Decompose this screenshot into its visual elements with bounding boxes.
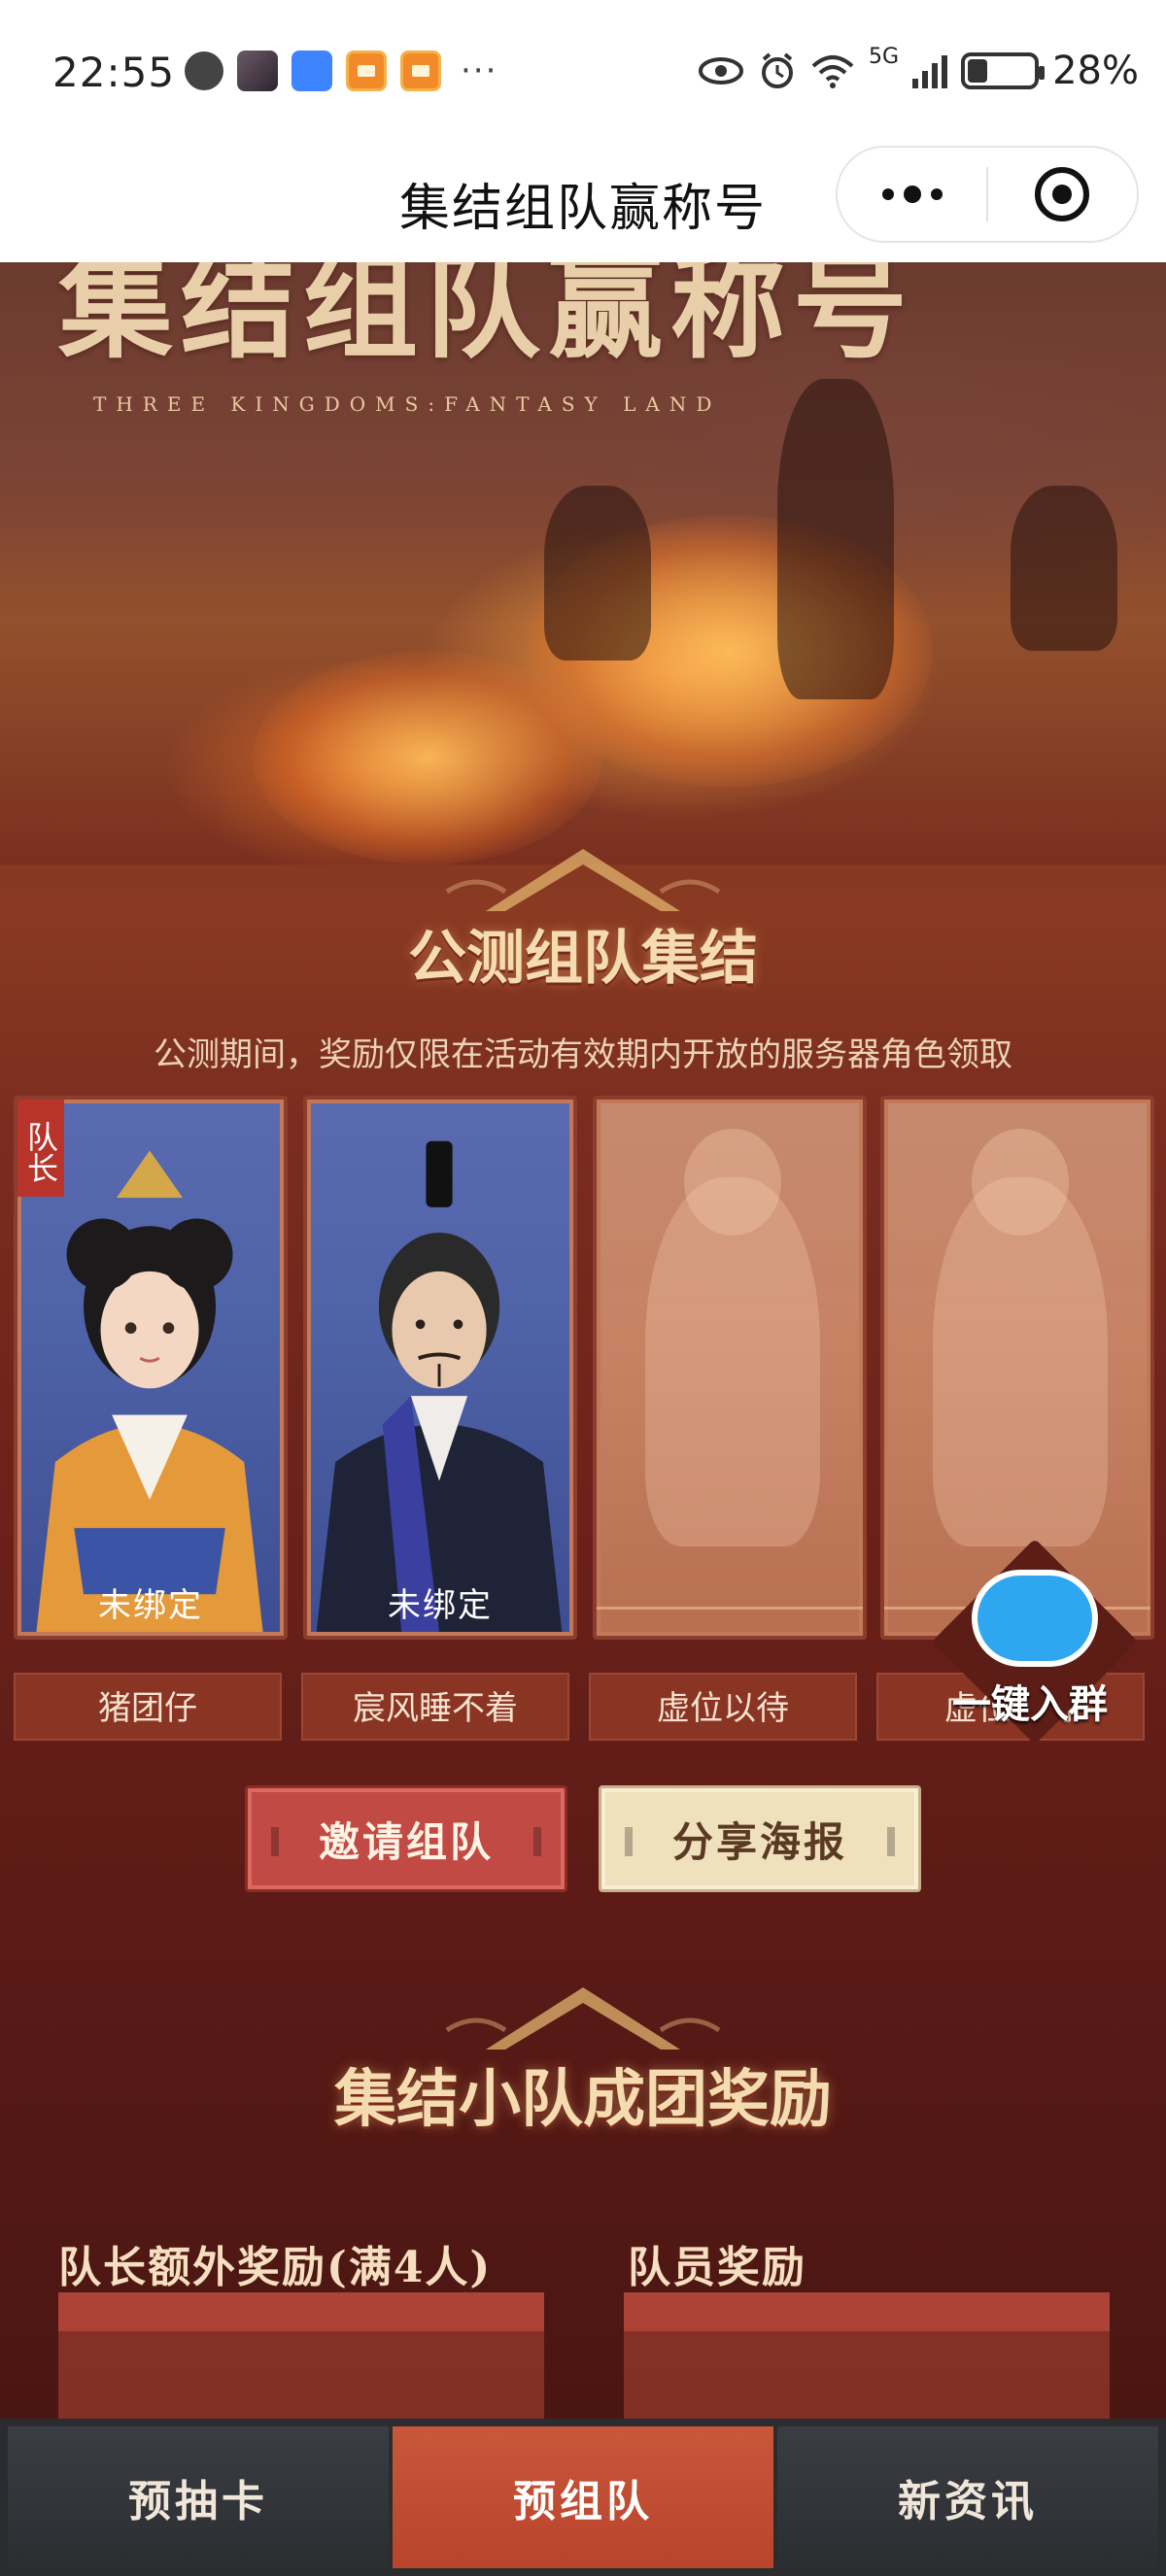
- invite-team-label: 邀请组队: [318, 1817, 494, 1866]
- tab-pre-team[interactable]: 预组队: [393, 2426, 773, 2568]
- mini-program-capsule: [836, 146, 1139, 243]
- member-reward-panel: [624, 2292, 1110, 2419]
- system-indicators: 5G 28%: [698, 45, 1139, 93]
- red-packet-icon: [400, 51, 441, 91]
- more-notifications: ···: [461, 51, 498, 90]
- battery-percent: 28%: [1052, 49, 1139, 93]
- title-bar: 集结组队赢称号: [0, 146, 1166, 262]
- status-time: 22:55: [52, 49, 176, 96]
- game-app-icon: [237, 51, 278, 91]
- flame-decoration: [253, 651, 602, 864]
- member-card-empty[interactable]: [593, 1096, 867, 1640]
- hero-banner: 集结组队赢称号 THREE KINGDOMS:FANTASY LAND: [0, 262, 1166, 864]
- share-poster-button[interactable]: 分享海报: [599, 1785, 921, 1892]
- battery-fill: [968, 59, 988, 83]
- chat-bubble-icon: [185, 51, 223, 90]
- member-name: 猪团仔: [14, 1673, 282, 1741]
- member-name: 虚位以待: [589, 1673, 857, 1741]
- bottom-navigation: 预抽卡 预组队 新资讯: [0, 2419, 1166, 2576]
- honor-app-icon: [292, 51, 332, 91]
- hero-silhouette: [544, 486, 651, 661]
- red-packet-icon: [346, 51, 387, 91]
- alarm-icon: [762, 52, 794, 88]
- member-name: 宸风睡不着: [301, 1673, 569, 1741]
- share-poster-label: 分享海报: [671, 1817, 847, 1866]
- notification-icons: ···: [185, 51, 497, 91]
- status-bar: 22:55 ··· 5G 28%: [0, 0, 1166, 146]
- close-button[interactable]: [988, 167, 1137, 221]
- tab-news[interactable]: 新资讯: [777, 2426, 1158, 2568]
- empty-slot-silhouette: [645, 1177, 820, 1546]
- join-group-label: 一键入群: [952, 1682, 1108, 1727]
- leader-badge: 队长: [17, 1100, 64, 1197]
- hero-silhouette: [1011, 486, 1117, 651]
- eye-icon: [699, 57, 744, 85]
- empty-slot-silhouette: [933, 1177, 1108, 1546]
- hero-title: 集结组队赢称号: [58, 262, 916, 374]
- roof-ornament-icon: [445, 849, 721, 911]
- hero-subtitle: THREE KINGDOMS:FANTASY LAND: [93, 392, 722, 416]
- leader-reward-panel: [58, 2292, 544, 2419]
- team-section-title: 公测组队集结: [408, 925, 758, 993]
- team-section-description: 公测期间，奖励仅限在活动有效期内开放的服务器角色领取: [154, 1035, 1012, 1074]
- battery-icon: [961, 52, 1046, 89]
- tab-pre-draw[interactable]: 预抽卡: [8, 2426, 389, 2568]
- wifi-icon: [811, 55, 854, 88]
- invite-team-button[interactable]: 邀请组队: [245, 1785, 567, 1892]
- member-card[interactable]: 未绑定: [303, 1096, 577, 1640]
- member-card-leader[interactable]: 队长 未绑定: [14, 1096, 288, 1640]
- network-type: 5G: [869, 45, 900, 69]
- card-decoration: [597, 1607, 863, 1636]
- roof-ornament-icon: [445, 1987, 721, 2050]
- member-reward-label: 队员奖励: [628, 2243, 806, 2292]
- join-group-floating-button[interactable]: 一键入群: [913, 1538, 1166, 1746]
- hero-silhouette: [777, 379, 894, 699]
- signal-icon: [912, 53, 948, 88]
- bind-status: 未绑定: [98, 1586, 203, 1625]
- reward-section-title: 集结小队成团奖励: [334, 2063, 832, 2136]
- group-chat-icon: [972, 1570, 1098, 1667]
- male-character-portrait: [316, 1140, 563, 1633]
- bind-status: 未绑定: [388, 1586, 493, 1625]
- more-dots-icon[interactable]: [838, 186, 986, 203]
- leader-reward-label: 队长额外奖励(满4人): [58, 2243, 493, 2292]
- target-close-icon: [1035, 167, 1090, 221]
- main-content[interactable]: 集结组队赢称号 THREE KINGDOMS:FANTASY LAND 公测组队…: [0, 262, 1166, 2419]
